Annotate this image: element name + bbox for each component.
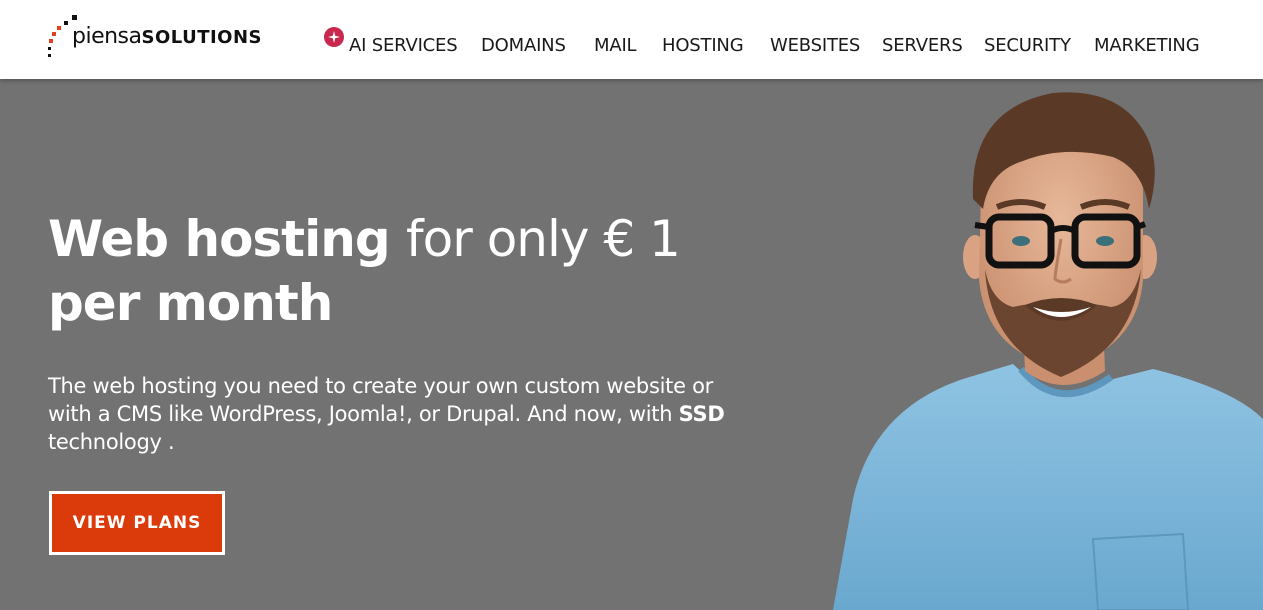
- logo-text-piensa: piensa: [72, 24, 142, 49]
- logo-text-solutions: SOLUTIONS: [141, 27, 263, 48]
- hero-banner: Web hosting for only € 1 per month The w…: [0, 79, 1263, 610]
- view-plans-button[interactable]: VIEW PLANS: [49, 491, 225, 555]
- hero-person-image: [833, 92, 1263, 610]
- nav-mail[interactable]: MAIL: [594, 33, 637, 59]
- nav-hosting[interactable]: HOSTING: [662, 33, 744, 59]
- description-ssd: SSD: [678, 402, 725, 426]
- hero-headline: Web hosting for only € 1 per month: [48, 207, 768, 335]
- description-end: technology .: [48, 430, 175, 454]
- hero-description: The web hosting you need to create your …: [48, 372, 728, 456]
- site-header: piensaSOLUTIONS AI SERVICES DOMAINS MAIL…: [0, 0, 1263, 79]
- nav-security[interactable]: SECURITY: [984, 33, 1071, 59]
- nav-domains[interactable]: DOMAINS: [481, 33, 566, 59]
- nav-servers[interactable]: SERVERS: [882, 33, 963, 59]
- nav-websites[interactable]: WEBSITES: [770, 33, 860, 59]
- headline-strong: Web hosting: [48, 210, 391, 268]
- headline-light: for only € 1: [406, 210, 681, 268]
- logo-wordmark: piensaSOLUTIONS: [72, 24, 262, 49]
- headline-line2: per month: [48, 274, 333, 332]
- sparkle-icon: [324, 27, 344, 47]
- nav-ai-services[interactable]: AI SERVICES: [349, 33, 458, 59]
- description-text: The web hosting you need to create your …: [48, 374, 713, 426]
- nav-marketing[interactable]: MARKETING: [1094, 33, 1200, 59]
